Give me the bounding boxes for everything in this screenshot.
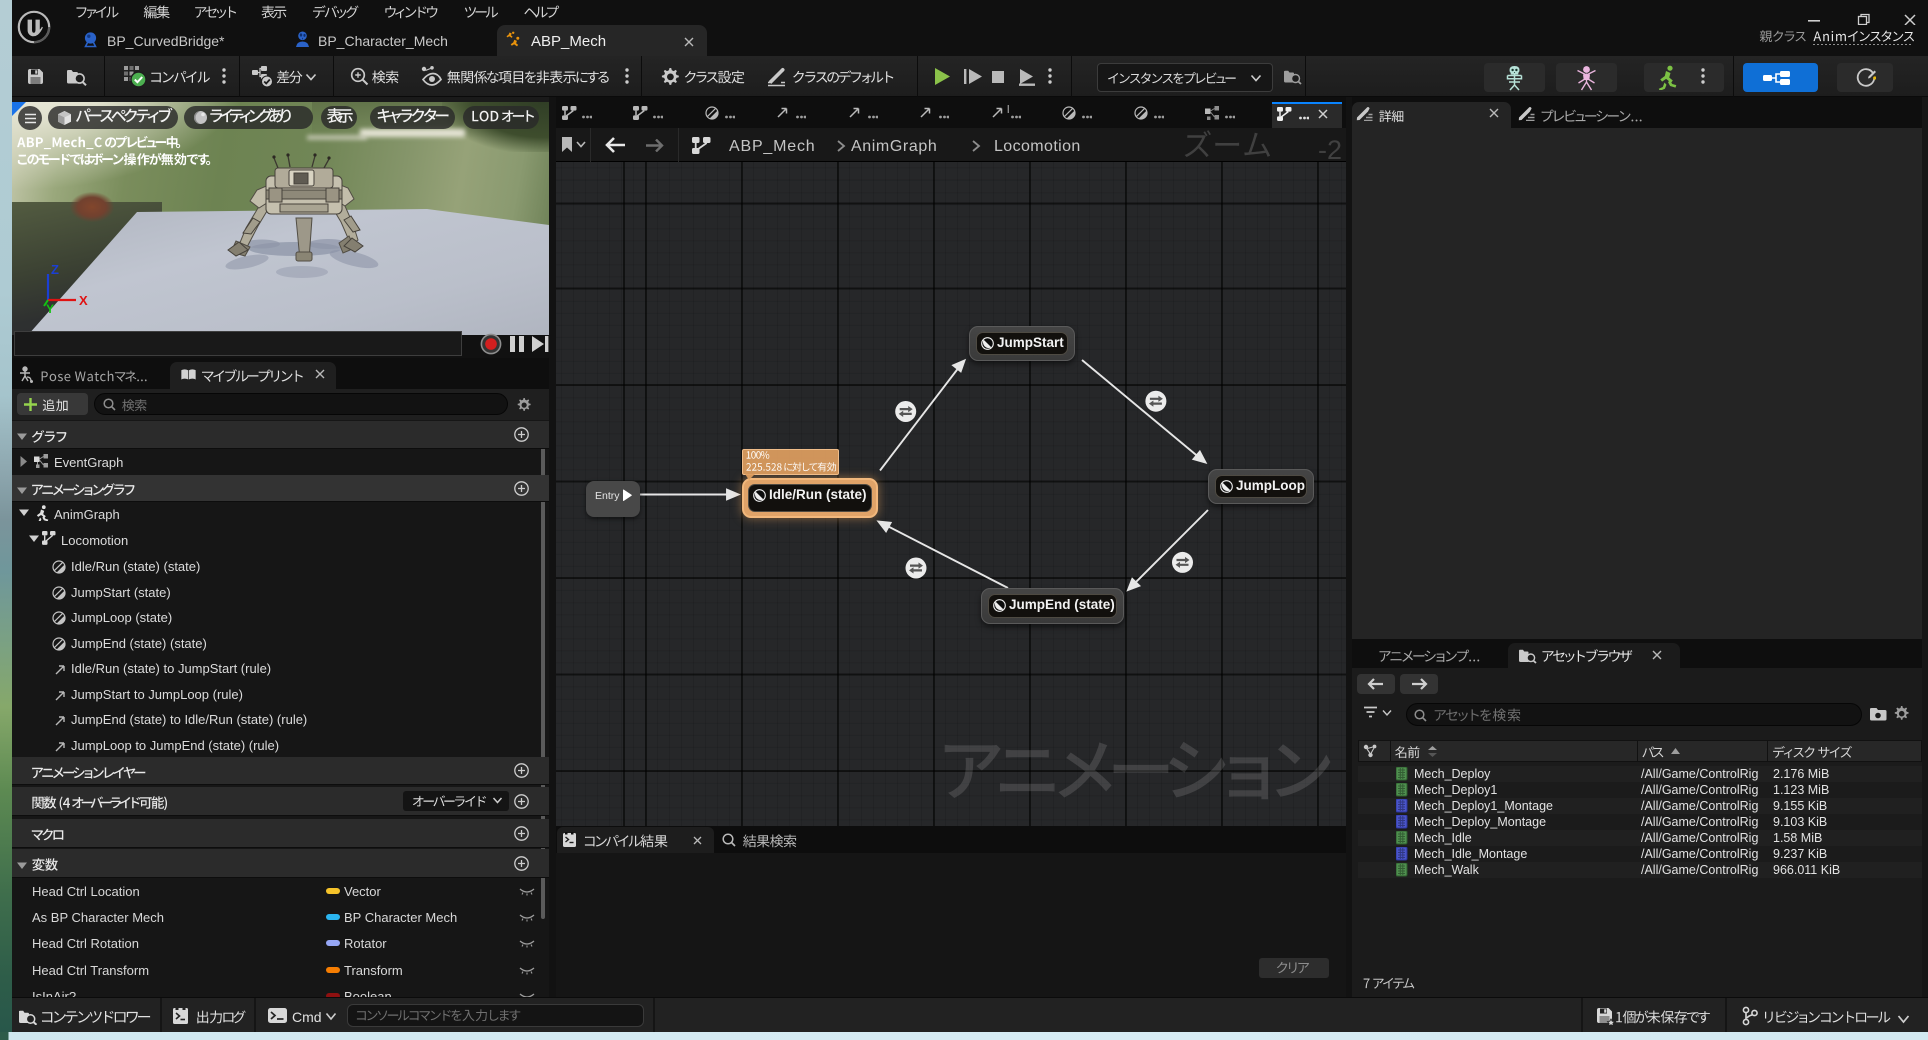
svg-text:Y: Y	[46, 302, 54, 314]
svg-text:X: X	[79, 293, 88, 308]
svg-text:Z: Z	[51, 262, 59, 277]
